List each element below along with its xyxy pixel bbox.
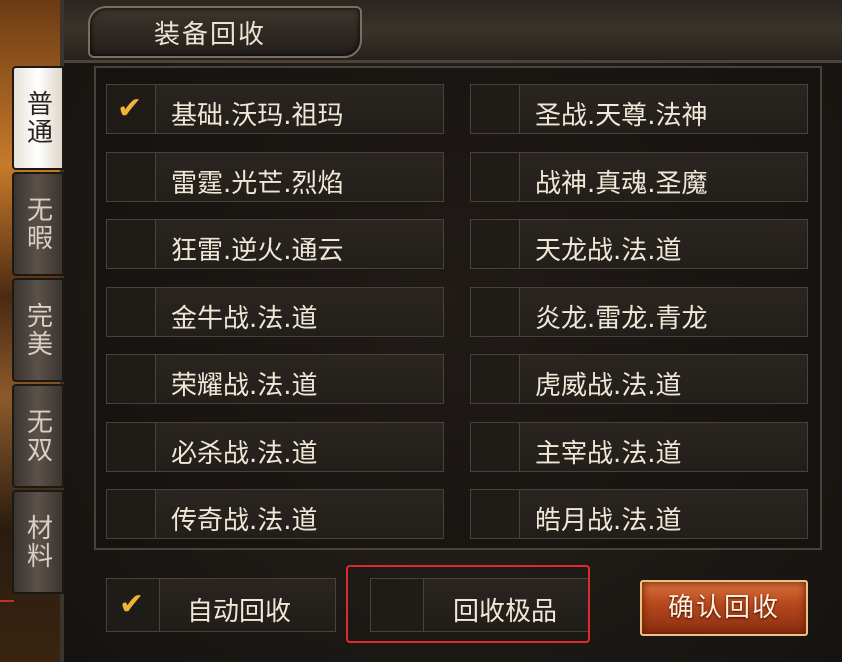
tab-label: 材料	[22, 514, 53, 570]
checkbox[interactable]: ✔	[107, 85, 156, 133]
tab-materials[interactable]: 材料	[12, 490, 64, 594]
checkbox[interactable]	[107, 355, 156, 403]
option-label: 金牛战.法.道	[171, 304, 318, 334]
option-row[interactable]: 战神.真魂.圣魔	[470, 152, 808, 202]
checkbox[interactable]	[471, 220, 520, 268]
option-row[interactable]: ✔ 基础.沃玛.祖玛	[106, 84, 444, 134]
option-label: 必杀战.法.道	[171, 439, 318, 469]
option-row[interactable]: 狂雷.逆火.通云	[106, 219, 444, 269]
checkbox[interactable]	[107, 220, 156, 268]
option-row[interactable]: 虎威战.法.道	[470, 354, 808, 404]
checkbox[interactable]	[471, 355, 520, 403]
option-label: 皓月战.法.道	[535, 506, 682, 536]
checkbox[interactable]	[471, 490, 520, 538]
panel-title: 装备回收	[154, 20, 267, 50]
option-row[interactable]: 主宰战.法.道	[470, 422, 808, 472]
option-row[interactable]: 炎龙.雷龙.青龙	[470, 287, 808, 337]
checkbox[interactable]	[471, 423, 520, 471]
highlight-box	[346, 565, 590, 643]
checkbox[interactable]	[471, 288, 520, 336]
checkbox[interactable]	[107, 288, 156, 336]
backdrop-red-line	[0, 600, 14, 602]
checkbox[interactable]	[107, 423, 156, 471]
option-label: 主宰战.法.道	[535, 439, 682, 469]
tab-label: 无双	[22, 408, 53, 464]
option-label: 雷霆.光芒.烈焰	[171, 169, 344, 199]
tab-perfect[interactable]: 完美	[12, 278, 64, 382]
tab-unmatched[interactable]: 无双	[12, 384, 64, 488]
option-label: 战神.真魂.圣魔	[535, 169, 708, 199]
checkbox[interactable]	[107, 490, 156, 538]
checkbox[interactable]	[471, 153, 520, 201]
tab-label: 完美	[22, 302, 53, 358]
option-row[interactable]: 必杀战.法.道	[106, 422, 444, 472]
option-row[interactable]: 金牛战.法.道	[106, 287, 444, 337]
checkbox[interactable]	[107, 153, 156, 201]
option-label: 荣耀战.法.道	[171, 371, 318, 401]
panel-header: 装备回收	[64, 0, 842, 63]
checkbox[interactable]	[471, 85, 520, 133]
option-row[interactable]: 传奇战.法.道	[106, 489, 444, 539]
option-label: 基础.沃玛.祖玛	[171, 101, 344, 131]
checkmark-icon: ✔	[119, 587, 145, 622]
option-label: 虎威战.法.道	[535, 371, 682, 401]
option-row[interactable]: 天龙战.法.道	[470, 219, 808, 269]
option-label: 传奇战.法.道	[171, 506, 318, 536]
option-label: 炎龙.雷龙.青龙	[535, 304, 708, 334]
tab-label: 无暇	[22, 196, 53, 252]
tab-flawless[interactable]: 无暇	[12, 172, 64, 276]
checkmark-icon: ✔	[117, 91, 143, 126]
option-row[interactable]: 皓月战.法.道	[470, 489, 808, 539]
option-row[interactable]: 雷霆.光芒.烈焰	[106, 152, 444, 202]
tab-normal[interactable]: 普通	[12, 66, 64, 170]
tab-label: 普通	[22, 90, 53, 146]
option-label: 圣战.天尊.法神	[535, 101, 708, 131]
option-row[interactable]: 荣耀战.法.道	[106, 354, 444, 404]
auto-recycle-label: 自动回收	[187, 597, 292, 627]
auto-recycle-toggle[interactable]: ✔ 自动回收	[106, 578, 336, 632]
option-row[interactable]: 圣战.天尊.法神	[470, 84, 808, 134]
confirm-recycle-button[interactable]: 确认回收	[640, 580, 808, 636]
checkbox[interactable]: ✔	[107, 579, 160, 631]
option-label: 天龙战.法.道	[535, 236, 682, 266]
option-label: 狂雷.逆火.通云	[171, 236, 344, 266]
